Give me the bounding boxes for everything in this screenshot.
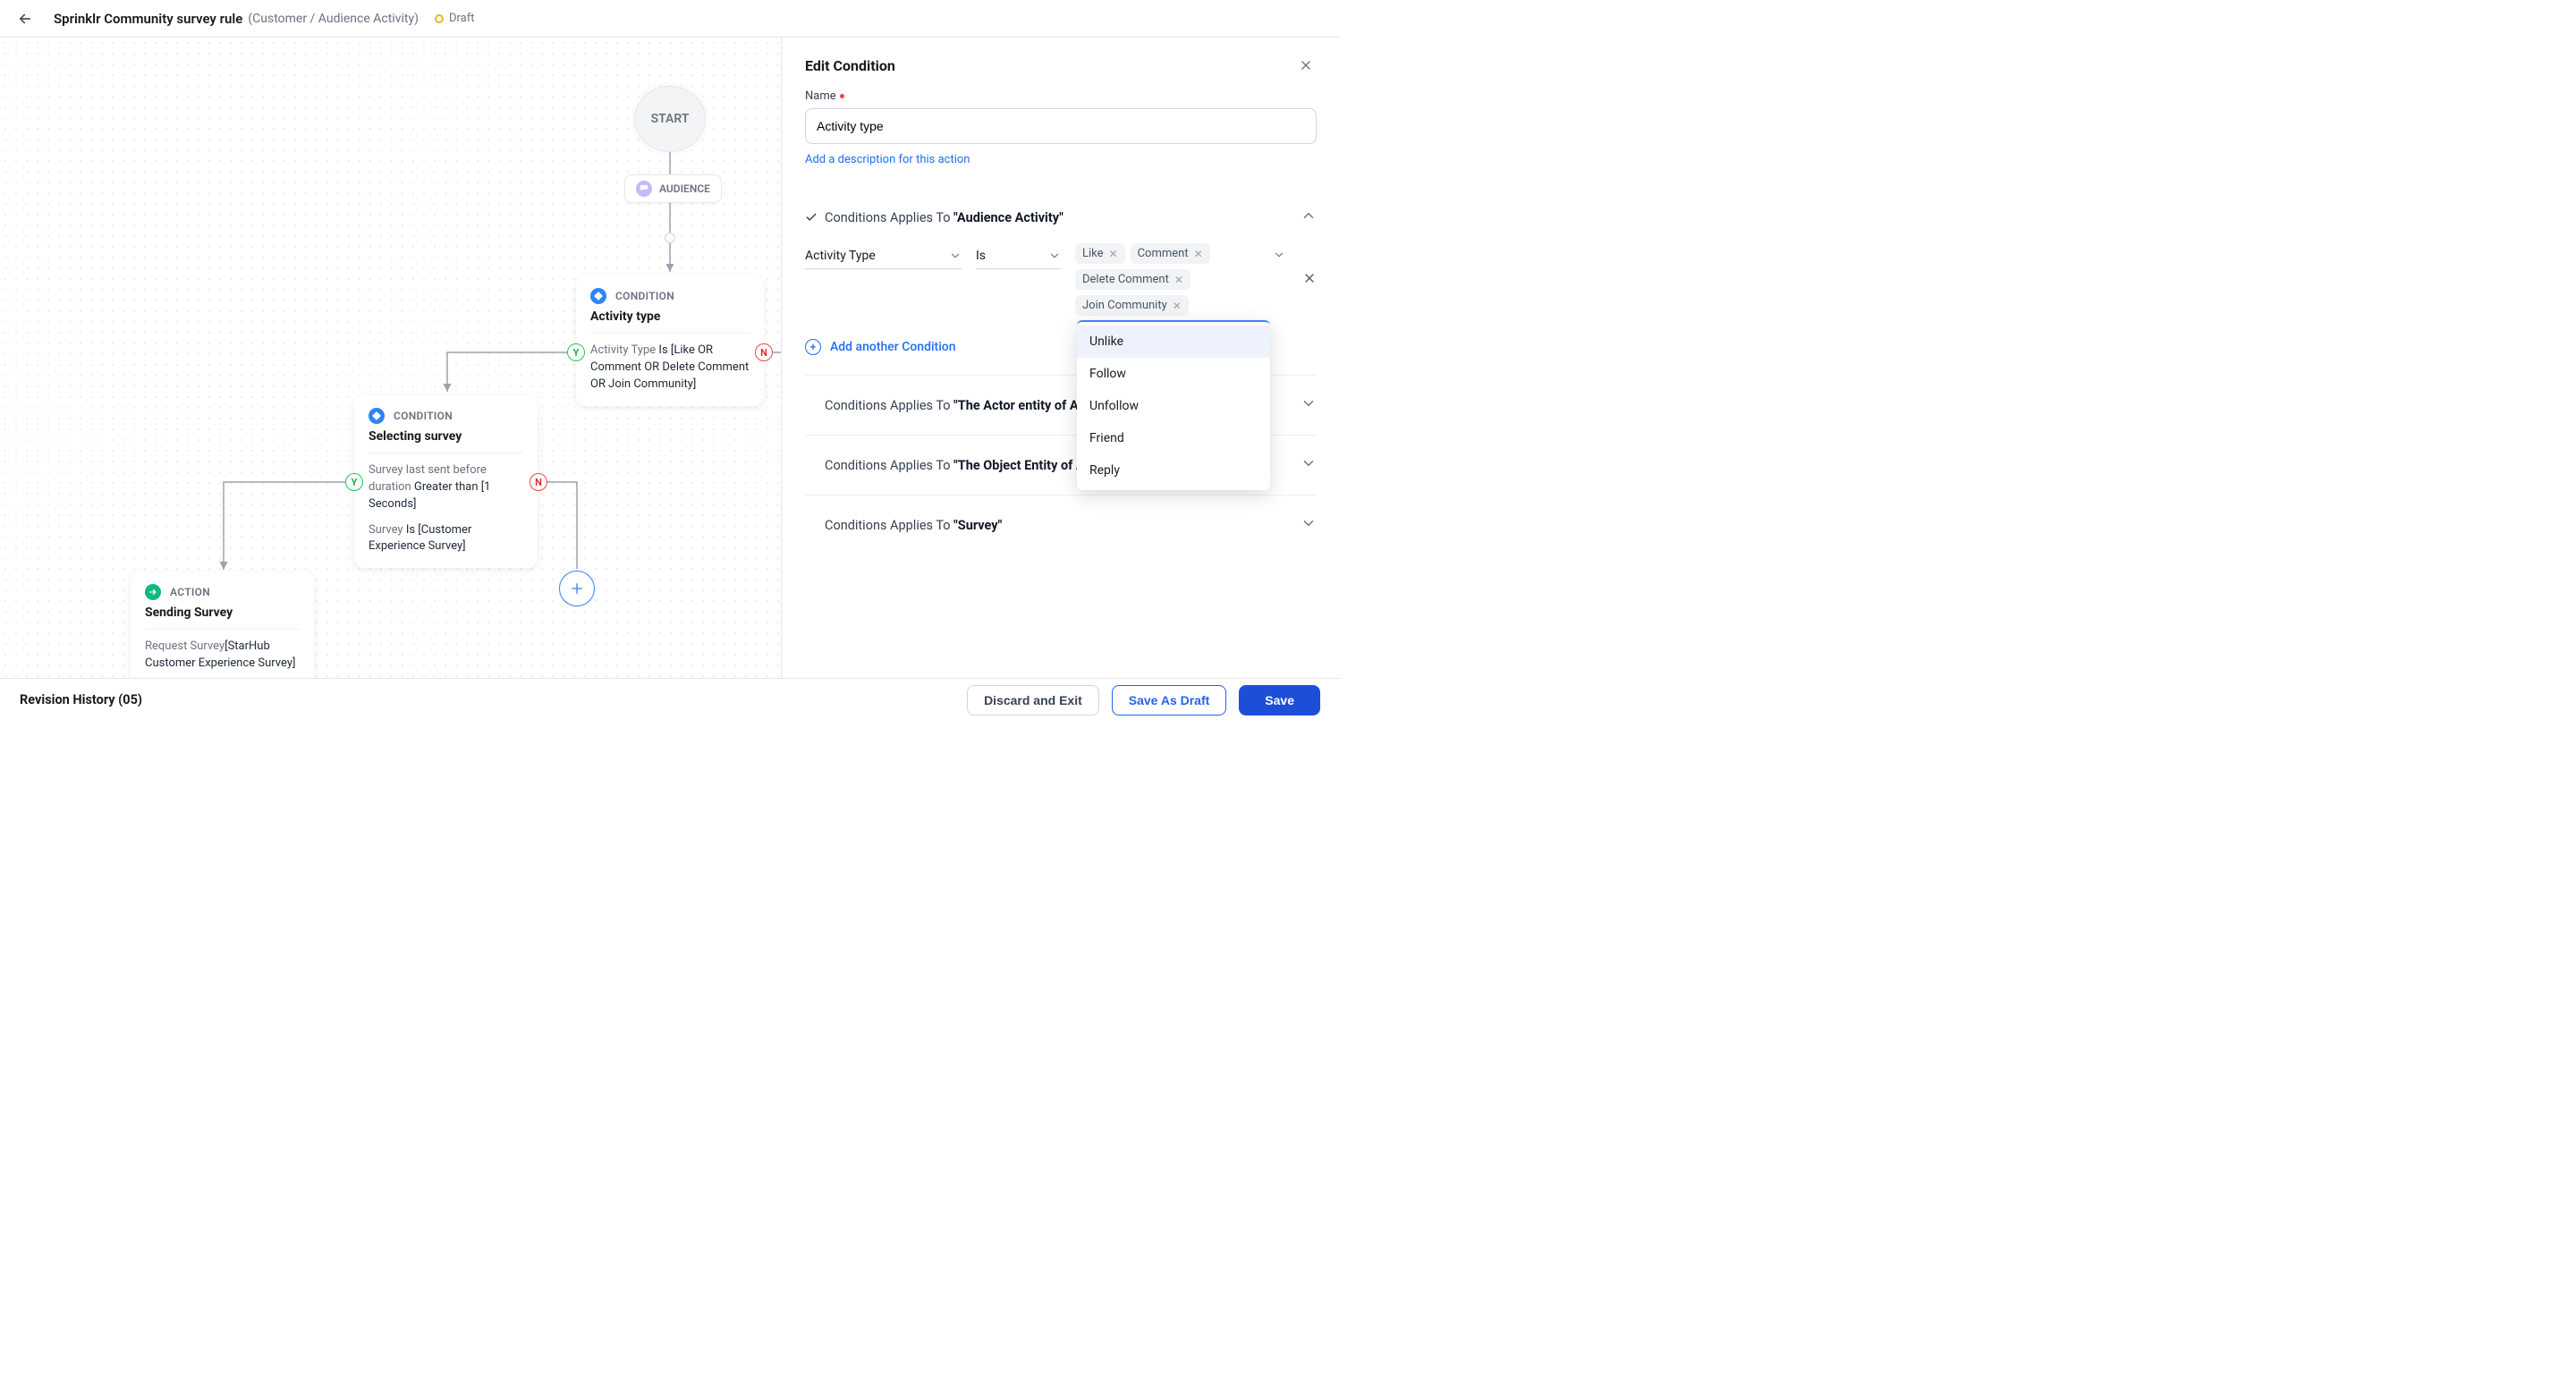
chevron-down-icon[interactable] — [1273, 249, 1285, 261]
node-type-label: CONDITION — [615, 290, 674, 302]
plus-icon — [569, 580, 585, 597]
section-header-audience-activity[interactable]: Conditions Applies To "Audience Activity… — [805, 207, 1317, 227]
node-type-label: CONDITION — [394, 410, 453, 422]
section-header-survey[interactable]: Conditions Applies To "Survey" — [805, 515, 1317, 535]
save-button[interactable]: Save — [1239, 685, 1320, 715]
audience-label: AUDIENCE — [659, 182, 710, 195]
main: START AUDIENCE CONDITION Activity — [0, 38, 1340, 678]
action-row1-key: Request Survey — [145, 639, 225, 653]
plus-circle-icon: + — [805, 339, 821, 355]
start-label: START — [651, 112, 690, 126]
start-node[interactable]: START — [634, 86, 706, 152]
audience-icon — [636, 181, 652, 197]
save-as-draft-button[interactable]: Save As Draft — [1112, 685, 1227, 715]
chevron-up-icon — [1301, 207, 1317, 227]
chevron-down-icon — [1301, 515, 1317, 535]
node-body: Request Survey[StarHub Customer Experien… — [145, 629, 300, 678]
action-icon — [145, 584, 161, 600]
status-dot-icon — [435, 14, 444, 23]
node-body: Survey last sent before duration Greater… — [369, 453, 523, 555]
dropdown-option-follow[interactable]: Follow — [1077, 358, 1270, 390]
port-no[interactable]: N — [755, 343, 773, 361]
topbar: Sprinklr Community survey rule (Customer… — [0, 0, 1340, 38]
condition-node-selecting-survey[interactable]: CONDITION Selecting survey Survey last s… — [354, 395, 538, 568]
cond-key: Activity Type — [590, 343, 656, 357]
revision-history-link[interactable]: Revision History (05) — [20, 692, 142, 707]
value-multiselect[interactable]: Like✕ Comment✕ Delete Comment✕ Join Comm… — [1075, 243, 1267, 316]
close-button[interactable] — [1295, 55, 1317, 76]
footer: Revision History (05) Discard and Exit S… — [0, 678, 1340, 721]
tag-comment: Comment✕ — [1131, 243, 1210, 264]
tag-like: Like✕ — [1075, 243, 1125, 264]
section-title: Conditions Applies To "Audience Activity… — [825, 210, 1063, 225]
port-yes[interactable]: Y — [567, 343, 585, 361]
node-body: Activity Type Is [Like OR Comment OR Del… — [590, 333, 750, 394]
status-chip: Draft — [435, 12, 475, 25]
operator-value: Is — [976, 249, 986, 263]
condition-node-activity-type[interactable]: CONDITION Activity type Activity Type Is… — [576, 275, 764, 406]
midpoint-socket[interactable] — [665, 233, 675, 243]
rule-subtitle: (Customer / Audience Activity) — [248, 12, 419, 26]
chevron-down-icon — [949, 250, 962, 262]
cond2-row2-key: Survey — [369, 523, 403, 537]
discard-button[interactable]: Discard and Exit — [967, 685, 1099, 715]
arrow-left-icon — [17, 11, 33, 27]
add-node-button[interactable] — [559, 571, 595, 606]
tag-delete-comment: Delete Comment✕ — [1075, 269, 1191, 290]
tag-remove[interactable]: ✕ — [1173, 300, 1182, 312]
field-select[interactable]: Activity Type — [805, 243, 962, 269]
node-title: Sending Survey — [145, 605, 300, 620]
status-text: Draft — [449, 12, 475, 25]
node-title: Activity type — [590, 309, 750, 324]
tag-join-community: Join Community✕ — [1075, 295, 1189, 316]
tag-remove[interactable]: ✕ — [1109, 248, 1118, 260]
required-indicator-icon — [840, 94, 844, 98]
chevron-down-icon — [1048, 250, 1061, 262]
section-title: Conditions Applies To "Survey" — [825, 518, 1002, 533]
add-description-link[interactable]: Add a description for this action — [805, 153, 970, 166]
port-yes[interactable]: Y — [345, 473, 363, 491]
audience-chip[interactable]: AUDIENCE — [624, 174, 722, 203]
node-type-label: ACTION — [170, 586, 210, 598]
back-button[interactable] — [14, 8, 36, 30]
rule-title: Sprinklr Community survey rule — [54, 11, 242, 27]
action-node-sending-survey[interactable]: ACTION Sending Survey Request Survey[Sta… — [131, 572, 314, 678]
chevron-down-icon — [1301, 395, 1317, 415]
check-icon — [805, 211, 818, 224]
tag-remove[interactable]: ✕ — [1174, 274, 1183, 286]
dropdown-option-friend[interactable]: Friend — [1077, 422, 1270, 454]
condition-row: Activity Type Is — [805, 243, 1317, 316]
remove-row-button[interactable] — [1302, 271, 1317, 289]
field-select-value: Activity Type — [805, 249, 876, 263]
name-label: Name — [805, 89, 1317, 103]
condition-icon — [369, 408, 385, 424]
value-dropdown: Unlike Follow Unfollow Friend Reply — [1077, 320, 1270, 490]
condition-name-input[interactable] — [805, 108, 1317, 144]
chevron-down-icon — [1301, 455, 1317, 475]
dropdown-option-reply[interactable]: Reply — [1077, 454, 1270, 487]
panel-title: Edit Condition — [805, 57, 895, 74]
close-icon — [1302, 271, 1317, 285]
node-title: Selecting survey — [369, 429, 523, 444]
port-no[interactable]: N — [530, 473, 547, 491]
canvas[interactable]: START AUDIENCE CONDITION Activity — [0, 38, 782, 678]
dropdown-option-unfollow[interactable]: Unfollow — [1077, 390, 1270, 422]
tag-remove[interactable]: ✕ — [1194, 248, 1203, 260]
condition-icon — [590, 288, 606, 304]
edit-condition-panel: Edit Condition Name Add a description fo… — [782, 38, 1340, 678]
dropdown-option-unlike[interactable]: Unlike — [1077, 326, 1270, 358]
operator-select[interactable]: Is — [976, 243, 1061, 269]
close-icon — [1299, 58, 1313, 72]
